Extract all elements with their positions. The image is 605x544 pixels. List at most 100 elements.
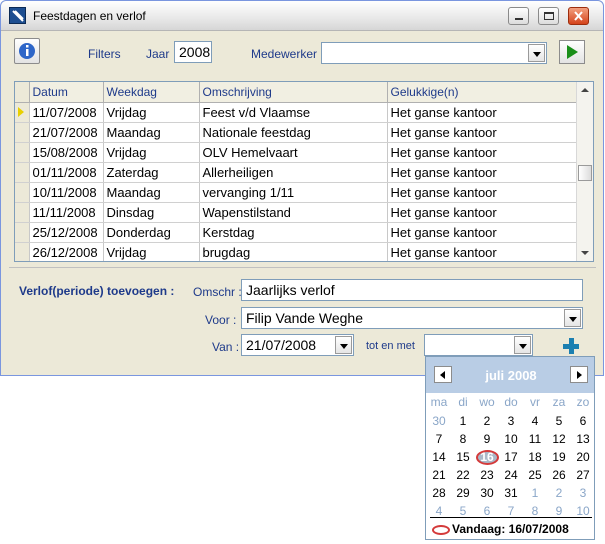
cell-omschrijving[interactable]: brugdag [199, 242, 388, 261]
maximize-icon[interactable] [538, 7, 559, 25]
calendar-day[interactable]: 24 [499, 468, 523, 482]
table-row[interactable]: 25/12/2008 Donderdag Kerstdag Het ganse kan… [15, 222, 578, 243]
calendar-day[interactable]: 29 [451, 486, 475, 500]
cell-weekdag[interactable]: Vrijdag [103, 242, 200, 261]
jaar-input[interactable]: 2008 [174, 41, 212, 63]
calendar-day[interactable]: 4 [427, 504, 451, 518]
calendar-day[interactable]: 10 [571, 504, 595, 518]
calendar-day[interactable]: 13 [571, 432, 595, 446]
calendar-day[interactable]: 17 [499, 450, 523, 464]
calendar-day[interactable]: 1 [451, 414, 475, 428]
calendar-day[interactable]: 14 [427, 450, 451, 464]
chevron-down-icon[interactable] [564, 309, 581, 327]
cell-weekdag[interactable]: Vrijdag [103, 102, 200, 123]
today-button[interactable]: Vandaag: 16/07/2008 [432, 522, 569, 536]
calendar-day[interactable]: 31 [499, 486, 523, 500]
cell-datum[interactable]: 25/12/2008 [29, 222, 104, 243]
calendar-day[interactable]: 21 [427, 468, 451, 482]
calendar-day[interactable]: 30 [427, 414, 451, 428]
chevron-right-icon[interactable] [570, 366, 588, 383]
calendar-day[interactable]: 6 [475, 504, 499, 518]
row-indicator[interactable] [15, 222, 30, 243]
calendar-day[interactable]: 20 [571, 450, 595, 464]
calendar-day[interactable]: 3 [499, 414, 523, 428]
calendar-day[interactable]: 22 [451, 468, 475, 482]
table-row[interactable]: 01/11/2008 Zaterdag Allerheiligen Het ganse… [15, 162, 578, 183]
col-datum[interactable]: Datum [29, 82, 104, 103]
row-indicator[interactable] [15, 242, 30, 261]
calendar-day[interactable]: 11 [523, 432, 547, 446]
cell-gelukkigen[interactable]: Het ganse kantoor [387, 202, 578, 223]
row-indicator[interactable] [15, 122, 30, 143]
cell-gelukkigen[interactable]: Het ganse kantoor [387, 122, 578, 143]
calendar-day[interactable]: 9 [475, 432, 499, 446]
cell-weekdag[interactable]: Maandag [103, 182, 200, 203]
cell-weekdag[interactable]: Maandag [103, 122, 200, 143]
row-indicator[interactable] [15, 142, 30, 163]
info-button[interactable] [14, 38, 40, 64]
cell-datum[interactable]: 26/12/2008 [29, 242, 104, 261]
grid-scrollbar[interactable] [576, 82, 593, 261]
tot-date-input[interactable] [424, 334, 533, 356]
calendar-day[interactable]: 15 [451, 450, 475, 464]
calendar-day[interactable]: 23 [475, 468, 499, 482]
calendar-day[interactable]: 30 [475, 486, 499, 500]
voor-select[interactable]: Filip Vande Weghe [241, 307, 583, 329]
table-row[interactable]: 26/12/2008 Vrijdag brugdag Het ganse kantoo… [15, 242, 578, 261]
calendar-day[interactable]: 28 [427, 486, 451, 500]
van-date-input[interactable]: 21/07/2008 [241, 334, 354, 356]
cell-omschrijving[interactable]: OLV Hemelvaart [199, 142, 388, 163]
cell-datum[interactable]: 21/07/2008 [29, 122, 104, 143]
col-weekdag[interactable]: Weekdag [103, 82, 200, 103]
calendar-day[interactable]: 26 [547, 468, 571, 482]
calendar-day[interactable]: 27 [571, 468, 595, 482]
calendar-day[interactable]: 1 [523, 486, 547, 500]
chevron-left-icon[interactable] [434, 366, 452, 383]
cell-omschrijving[interactable]: Wapenstilstand [199, 202, 388, 223]
cell-omschrijving[interactable]: Kerstdag [199, 222, 388, 243]
cell-gelukkigen[interactable]: Het ganse kantoor [387, 182, 578, 203]
row-indicator[interactable] [15, 102, 30, 123]
calendar-day-today[interactable]: 16 [475, 450, 499, 464]
table-row[interactable]: 11/11/2008 Dinsdag Wapenstilstand Het ganse… [15, 202, 578, 223]
table-row[interactable]: 11/07/2008 Vrijdag Feest v/d Vlaamse Het ga… [15, 102, 578, 123]
cell-omschrijving[interactable]: vervanging 1/11 [199, 182, 388, 203]
cell-omschrijving[interactable]: Nationale feestdag [199, 122, 388, 143]
cell-datum[interactable]: 11/07/2008 [29, 102, 104, 123]
calendar-day[interactable]: 12 [547, 432, 571, 446]
calendar-day[interactable]: 5 [547, 414, 571, 428]
calendar-day[interactable]: 7 [499, 504, 523, 518]
table-row[interactable]: 10/11/2008 Maandag vervanging 1/11 Het gans… [15, 182, 578, 203]
calendar-day[interactable]: 9 [547, 504, 571, 518]
add-icon[interactable] [562, 337, 582, 355]
calendar-day[interactable]: 7 [427, 432, 451, 446]
scroll-down-icon[interactable] [577, 245, 593, 261]
table-row[interactable]: 15/08/2008 Vrijdag OLV Hemelvaart Het ganse… [15, 142, 578, 163]
cell-weekdag[interactable]: Dinsdag [103, 202, 200, 223]
chevron-down-icon[interactable] [528, 44, 545, 62]
cell-datum[interactable]: 01/11/2008 [29, 162, 104, 183]
calendar-day[interactable]: 10 [499, 432, 523, 446]
row-indicator[interactable] [15, 162, 30, 183]
calendar-day[interactable]: 4 [523, 414, 547, 428]
cell-weekdag[interactable]: Donderdag [103, 222, 200, 243]
row-indicator[interactable] [15, 202, 30, 223]
calendar-day[interactable]: 5 [451, 504, 475, 518]
calendar-day[interactable]: 6 [571, 414, 595, 428]
cell-gelukkigen[interactable]: Het ganse kantoor [387, 222, 578, 243]
calendar-day[interactable]: 2 [547, 486, 571, 500]
close-icon[interactable] [568, 7, 589, 25]
cell-gelukkigen[interactable]: Het ganse kantoor [387, 142, 578, 163]
minimize-icon[interactable] [508, 7, 529, 25]
omschr-input[interactable]: Jaarlijks verlof [241, 279, 583, 301]
calendar-day[interactable]: 18 [523, 450, 547, 464]
calendar-day[interactable]: 8 [523, 504, 547, 518]
calendar-day[interactable]: 25 [523, 468, 547, 482]
scroll-thumb[interactable] [578, 165, 592, 181]
table-row[interactable]: 21/07/2008 Maandag Nationale feestdag Het g… [15, 122, 578, 143]
calendar-day[interactable]: 2 [475, 414, 499, 428]
cell-gelukkigen[interactable]: Het ganse kantoor [387, 242, 578, 261]
cell-datum[interactable]: 11/11/2008 [29, 202, 104, 223]
medewerker-select[interactable] [321, 42, 547, 64]
chevron-down-icon[interactable] [335, 336, 352, 354]
